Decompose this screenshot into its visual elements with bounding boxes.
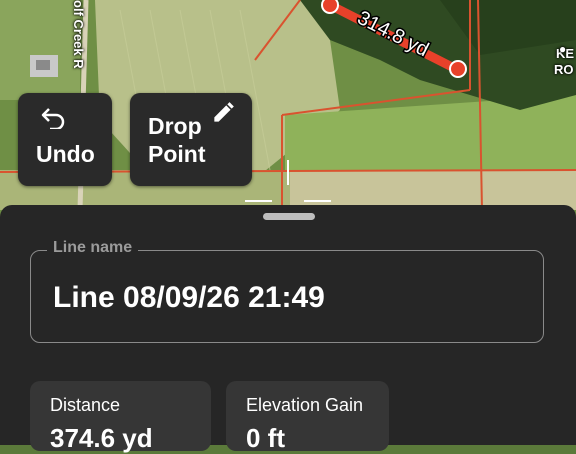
elevation-gain-label: Elevation Gain [246,395,364,415]
line-name-label: Line name [47,239,139,257]
pencil-icon [210,100,236,131]
drag-handle[interactable] [263,213,315,220]
line-name-value[interactable]: Line 08/09/26 21:49 [53,281,325,315]
drop-point-button[interactable]: Drop Point [130,93,252,186]
route-point-end [449,60,467,78]
place-label-line2: RO [554,62,574,77]
drop-point-label-line1: Drop [148,113,202,139]
drop-point-label-line2: Point [148,141,206,167]
line-name-field[interactable]: Line name Line 08/09/26 21:49 [30,239,544,343]
distance-label: Distance [50,395,121,415]
undo-label: Undo [36,141,95,167]
map-pin-icon: ● [559,42,567,56]
elevation-gain-value: 0 ft [246,423,285,453]
distance-card: Distance 374.6 yd [30,381,211,453]
distance-value: 374.6 yd [50,423,153,453]
route-point-start [321,0,339,14]
road-label: olf Creek R [71,0,86,69]
undo-button[interactable]: Undo [18,93,112,186]
undo-icon [40,107,66,134]
bottom-sheet: Line name Line 08/09/26 21:49 Distance 3… [0,205,576,453]
elevation-gain-card: Elevation Gain 0 ft [226,381,389,453]
